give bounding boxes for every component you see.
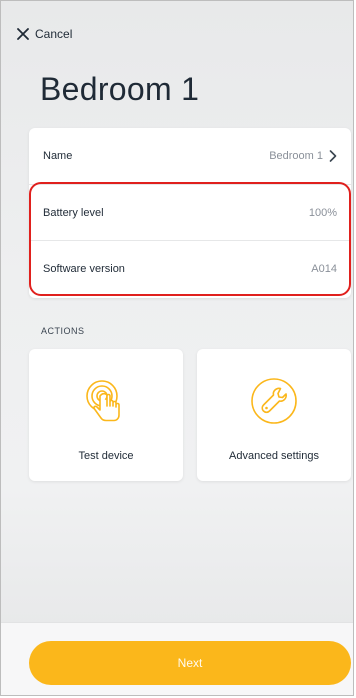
page-title: Bedroom 1	[40, 71, 200, 107]
name-label: Name	[43, 150, 73, 162]
test-device-label: Test device	[78, 450, 134, 462]
close-icon	[17, 28, 29, 40]
device-settings-screen: Cancel Bedroom 1 Name Bedroom 1 Battery …	[0, 0, 354, 696]
highlight-box	[29, 182, 351, 296]
advanced-settings-label: Advanced settings	[229, 450, 319, 462]
cancel-button[interactable]: Cancel	[17, 27, 72, 41]
chevron-right-icon	[329, 150, 337, 162]
advanced-settings-button[interactable]: Advanced settings	[197, 349, 351, 481]
name-value-group: Bedroom 1	[269, 150, 337, 162]
test-device-button[interactable]: Test device	[29, 349, 183, 481]
cancel-label: Cancel	[35, 27, 73, 41]
actions-section-label: ACTIONS	[41, 326, 85, 336]
next-button[interactable]: Next	[29, 641, 351, 685]
wrench-icon	[251, 378, 297, 424]
name-value: Bedroom 1	[269, 150, 323, 162]
touch-hand-icon	[86, 380, 120, 422]
name-row[interactable]: Name Bedroom 1	[29, 128, 351, 184]
